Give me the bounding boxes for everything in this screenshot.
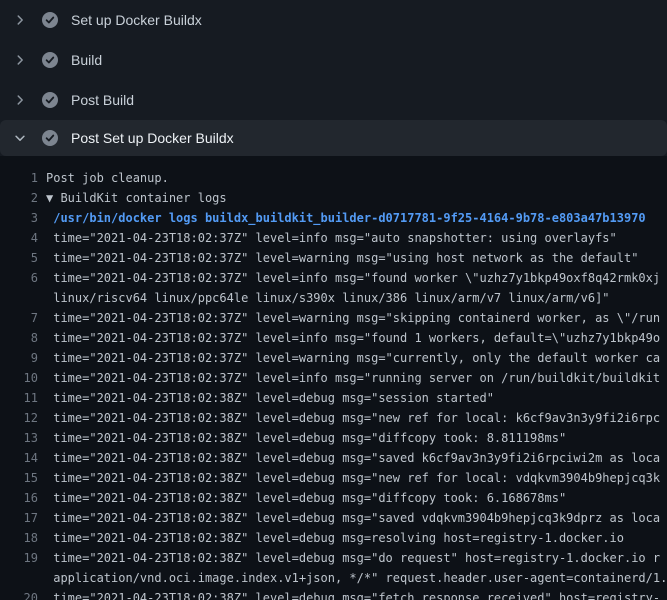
log-line: 18 time="2021-04-23T18:02:38Z" level=deb… xyxy=(0,528,667,548)
line-number[interactable]: 17 xyxy=(0,508,38,528)
line-number[interactable]: 16 xyxy=(0,488,38,508)
line-number[interactable]: 8 xyxy=(0,328,38,348)
log-line: 7 time="2021-04-23T18:02:37Z" level=warn… xyxy=(0,308,667,328)
line-number[interactable]: 10 xyxy=(0,368,38,388)
log-line: 9 time="2021-04-23T18:02:37Z" level=warn… xyxy=(0,348,667,368)
check-circle-icon xyxy=(42,12,58,28)
log-line: 5 time="2021-04-23T18:02:37Z" level=warn… xyxy=(0,248,667,268)
log-line: 12 time="2021-04-23T18:02:38Z" level=deb… xyxy=(0,408,667,428)
step-row-build[interactable]: Build xyxy=(0,40,667,80)
line-number[interactable]: 7 xyxy=(0,308,38,328)
log-line: 14 time="2021-04-23T18:02:38Z" level=deb… xyxy=(0,448,667,468)
log-text: time="2021-04-23T18:02:38Z" level=debug … xyxy=(46,528,624,548)
log-text: application/vnd.oci.image.index.v1+json,… xyxy=(46,568,667,588)
log-text: time="2021-04-23T18:02:37Z" level=warnin… xyxy=(46,348,660,368)
log-text: time="2021-04-23T18:02:38Z" level=debug … xyxy=(46,508,660,528)
log-group-label[interactable]: BuildKit container logs xyxy=(53,191,226,205)
step-label: Post Set up Docker Buildx xyxy=(71,130,234,146)
line-number[interactable]: 14 xyxy=(0,448,38,468)
log-line: 8 time="2021-04-23T18:02:37Z" level=info… xyxy=(0,328,667,348)
log-text: time="2021-04-23T18:02:38Z" level=debug … xyxy=(46,548,660,568)
line-number[interactable]: 12 xyxy=(0,408,38,428)
step-row-post-set-up-docker-buildx[interactable]: Post Set up Docker Buildx xyxy=(0,120,667,156)
log-text: time="2021-04-23T18:02:37Z" level=info m… xyxy=(46,268,660,288)
check-circle-icon xyxy=(42,92,58,108)
log-text: time="2021-04-23T18:02:37Z" level=warnin… xyxy=(46,248,638,268)
chevron-right-icon xyxy=(12,12,28,28)
log-line: 1 Post job cleanup. xyxy=(0,168,667,188)
log-text: time="2021-04-23T18:02:38Z" level=debug … xyxy=(46,448,660,468)
steps-list: Set up Docker Buildx Build Post Build Po… xyxy=(0,0,667,156)
step-label: Build xyxy=(71,52,102,68)
log-line: 15 time="2021-04-23T18:02:38Z" level=deb… xyxy=(0,468,667,488)
line-number[interactable]: 2 xyxy=(0,188,38,208)
log-text: time="2021-04-23T18:02:37Z" level=warnin… xyxy=(46,308,660,328)
line-number[interactable]: 20 xyxy=(0,588,38,600)
chevron-right-icon xyxy=(12,92,28,108)
line-number[interactable]: 11 xyxy=(0,388,38,408)
line-number[interactable]: 3 xyxy=(0,208,38,228)
line-number[interactable]: 4 xyxy=(0,228,38,248)
step-label: Post Build xyxy=(71,92,134,108)
step-label: Set up Docker Buildx xyxy=(71,12,202,28)
check-circle-icon xyxy=(42,130,58,146)
log-text: time="2021-04-23T18:02:37Z" level=info m… xyxy=(46,328,660,348)
log-line: application/vnd.oci.image.index.v1+json,… xyxy=(0,568,667,588)
log-command-text: /usr/bin/docker logs buildx_buildkit_bui… xyxy=(46,208,646,228)
line-number[interactable]: 13 xyxy=(0,428,38,448)
log-line: 17 time="2021-04-23T18:02:38Z" level=deb… xyxy=(0,508,667,528)
step-row-post-build[interactable]: Post Build xyxy=(0,80,667,120)
log-group-row[interactable]: ▼ BuildKit container logs xyxy=(46,188,227,208)
line-number xyxy=(0,288,38,308)
log-viewer: 1 Post job cleanup. 2 ▼ BuildKit container … xyxy=(0,156,667,600)
log-text: time="2021-04-23T18:02:38Z" level=debug … xyxy=(46,488,566,508)
line-number[interactable]: 9 xyxy=(0,348,38,368)
chevron-right-icon xyxy=(12,52,28,68)
log-line: 20 time="2021-04-23T18:02:38Z" level=deb… xyxy=(0,588,667,600)
log-text: time="2021-04-23T18:02:38Z" level=debug … xyxy=(46,428,566,448)
log-line: linux/riscv64 linux/ppc64le linux/s390x … xyxy=(0,288,667,308)
line-number[interactable]: 5 xyxy=(0,248,38,268)
log-text: time="2021-04-23T18:02:38Z" level=debug … xyxy=(46,588,660,600)
line-number[interactable]: 6 xyxy=(0,268,38,288)
log-line: 16 time="2021-04-23T18:02:38Z" level=deb… xyxy=(0,488,667,508)
log-line: 3 /usr/bin/docker logs buildx_buildkit_b… xyxy=(0,208,667,228)
log-line: 2 ▼ BuildKit container logs xyxy=(0,188,667,208)
log-line: 10 time="2021-04-23T18:02:37Z" level=inf… xyxy=(0,368,667,388)
log-text: time="2021-04-23T18:02:38Z" level=debug … xyxy=(46,468,660,488)
log-line: 4 time="2021-04-23T18:02:37Z" level=info… xyxy=(0,228,667,248)
line-number[interactable]: 15 xyxy=(0,468,38,488)
log-line: 19 time="2021-04-23T18:02:38Z" level=deb… xyxy=(0,548,667,568)
log-text: time="2021-04-23T18:02:37Z" level=info m… xyxy=(46,228,617,248)
chevron-down-icon xyxy=(12,130,28,146)
log-line: 13 time="2021-04-23T18:02:38Z" level=deb… xyxy=(0,428,667,448)
log-line: 6 time="2021-04-23T18:02:37Z" level=info… xyxy=(0,268,667,288)
line-number[interactable]: 1 xyxy=(0,168,38,188)
log-text: time="2021-04-23T18:02:38Z" level=debug … xyxy=(46,388,494,408)
step-row-set-up-docker-buildx[interactable]: Set up Docker Buildx xyxy=(0,0,667,40)
line-number[interactable]: 19 xyxy=(0,548,38,568)
log-line: 11 time="2021-04-23T18:02:38Z" level=deb… xyxy=(0,388,667,408)
log-text: time="2021-04-23T18:02:38Z" level=debug … xyxy=(46,408,660,428)
log-text: linux/riscv64 linux/ppc64le linux/s390x … xyxy=(46,288,610,308)
log-viewer-lines: 1 Post job cleanup. 2 ▼ BuildKit container … xyxy=(0,168,667,600)
log-text: time="2021-04-23T18:02:37Z" level=info m… xyxy=(46,368,660,388)
check-circle-icon xyxy=(42,52,58,68)
line-number xyxy=(0,568,38,588)
log-text: Post job cleanup. xyxy=(46,168,169,188)
line-number[interactable]: 18 xyxy=(0,528,38,548)
